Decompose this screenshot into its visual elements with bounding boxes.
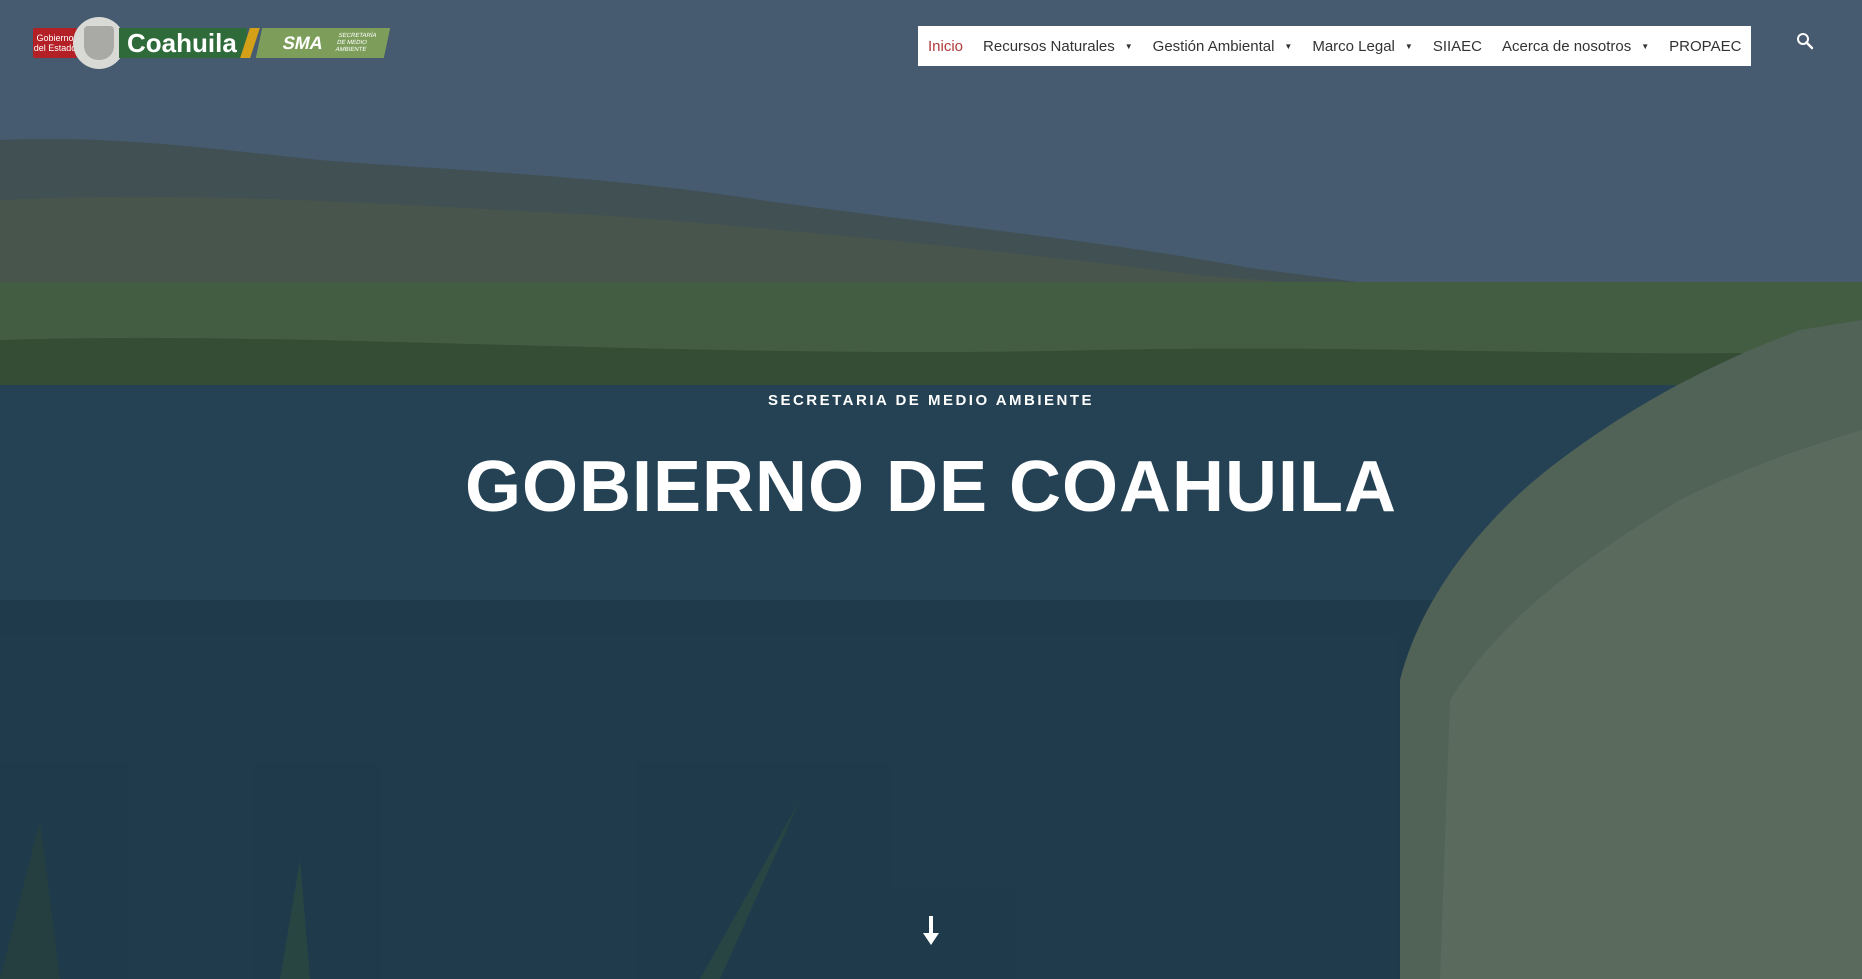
nav-item-label: Recursos Naturales [983, 37, 1115, 55]
main-nav: Inicio Recursos Naturales ▼ Gestión Ambi… [918, 26, 1752, 66]
nav-item-label: Acerca de nosotros [1502, 37, 1632, 55]
caret-down-icon: ▼ [1124, 41, 1133, 51]
nav-item-recursos-naturales[interactable]: Recursos Naturales ▼ [973, 26, 1143, 66]
nav-item-label: Marco Legal [1312, 37, 1395, 55]
nav-item-gestion-ambiental[interactable]: Gestión Ambiental ▼ [1143, 26, 1303, 66]
nav-item-inicio[interactable]: Inicio [918, 26, 973, 66]
caret-down-icon: ▼ [1641, 41, 1650, 51]
caret-down-icon: ▼ [1404, 41, 1413, 51]
state-seal-icon [73, 17, 125, 69]
sma-label: SMA [280, 32, 326, 53]
caret-down-icon: ▼ [1284, 41, 1293, 51]
hero-subtitle: SECRETARIA DE MEDIO AMBIENTE [767, 392, 1095, 409]
sma-wordmark: SMA SECRETARÍA DE MEDIO AMBIENTE [255, 28, 390, 58]
nav-item-label: SIIAEC [1432, 37, 1482, 55]
nav-item-propaec[interactable]: PROPAEC [1659, 26, 1751, 66]
site-logo[interactable]: Gobierno del Estado Coahuila SMA SECRETA… [33, 14, 395, 72]
nav-item-marco-legal[interactable]: Marco Legal ▼ [1302, 26, 1422, 66]
gobierno-badge: Gobierno del Estado [33, 28, 77, 58]
nav-item-label: Inicio [928, 37, 964, 55]
nav-item-label: Gestión Ambiental [1152, 37, 1275, 55]
nav-item-siiaec[interactable]: SIIAEC [1423, 26, 1492, 66]
arrow-down-icon[interactable] [922, 916, 940, 946]
nav-item-label: PROPAEC [1669, 37, 1742, 55]
nav-item-acerca-de-nosotros[interactable]: Acerca de nosotros ▼ [1492, 26, 1659, 66]
search-icon[interactable] [1796, 32, 1814, 50]
hero-title: GOBIERNO DE COAHUILA [464, 447, 1398, 527]
coahuila-wordmark: Coahuila [119, 28, 247, 58]
sma-sublabel: SECRETARÍA DE MEDIO AMBIENTE [334, 32, 377, 53]
